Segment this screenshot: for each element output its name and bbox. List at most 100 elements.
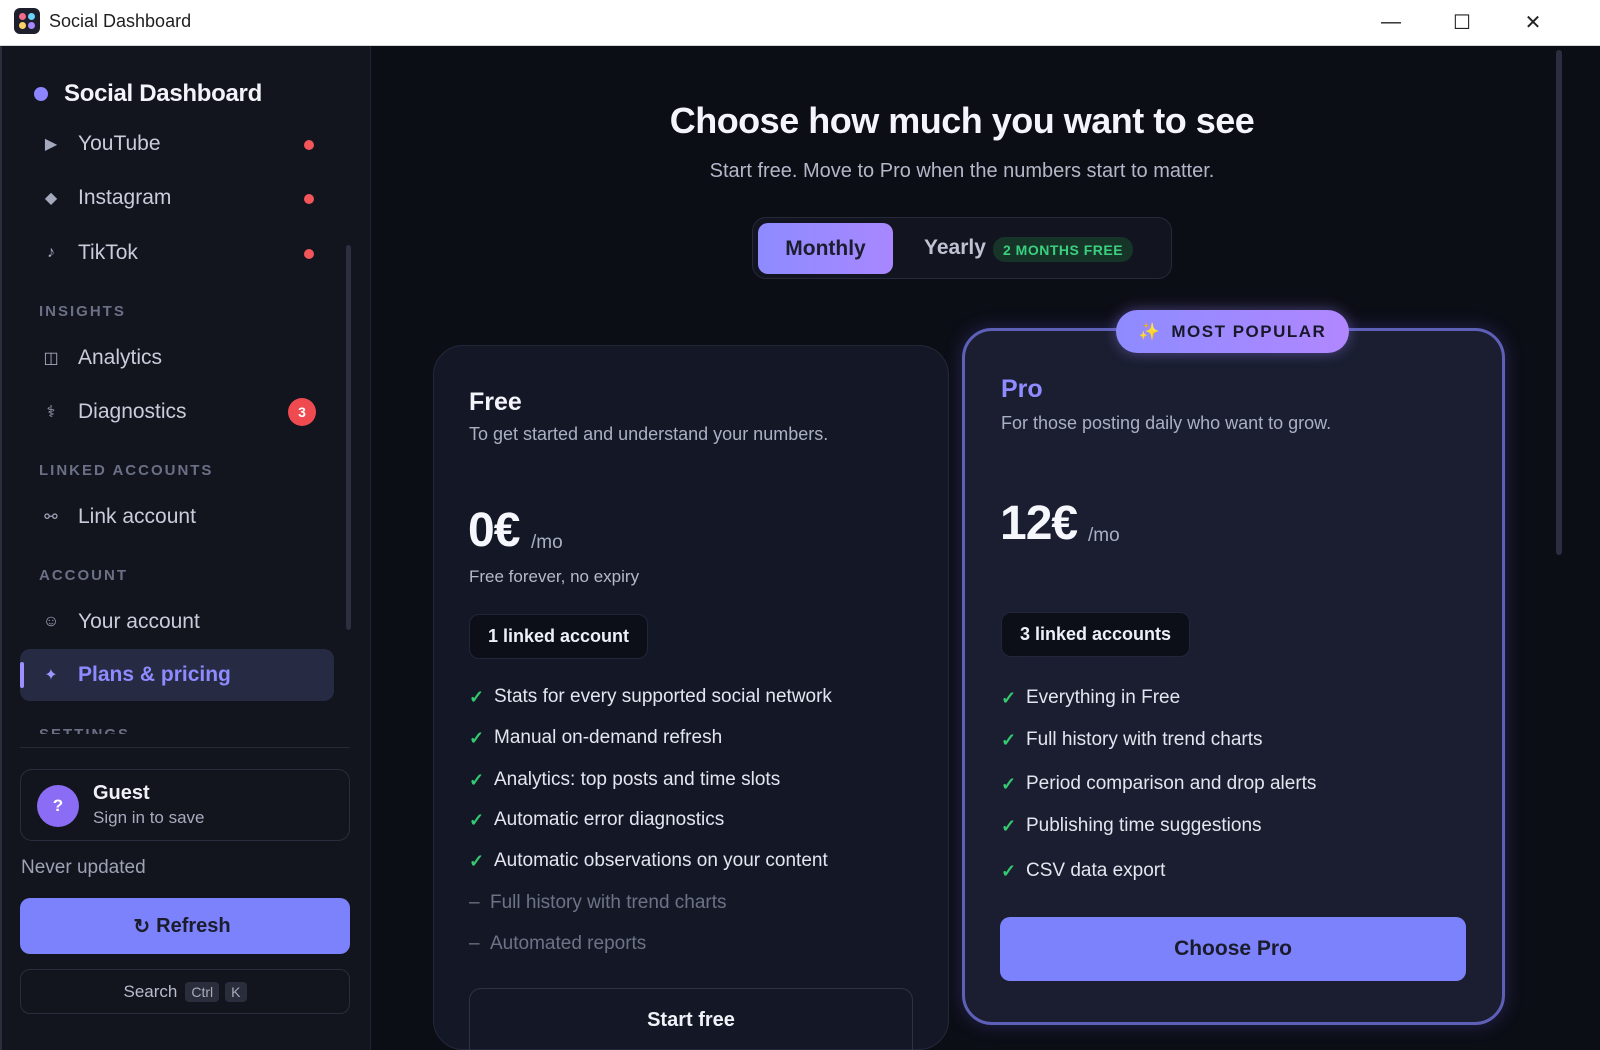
free-excluded-feature: – Automated reports: [469, 933, 646, 955]
free-plan-period: /mo: [531, 532, 563, 553]
check-icon: ✓: [1001, 687, 1017, 708]
pro-linked-accounts-chip: 3 linked accounts: [1001, 612, 1191, 657]
pro-feature-item: ✓ CSV data export: [1001, 860, 1165, 882]
yearly-discount-badge: 2 MONTHS FREE: [993, 237, 1134, 262]
section-label-account: ACCOUNT: [39, 567, 128, 584]
page-subtitle: Start free. Move to Pro when the numbers…: [709, 160, 1215, 182]
sidebar-item-label: Instagram: [78, 186, 172, 209]
most-popular-ribbon: ✨ MOST POPULAR: [1116, 310, 1349, 353]
sidebar-divider: [20, 747, 350, 748]
link-icon: ⚯: [44, 509, 58, 526]
free-excluded-feature: – Full history with trend charts: [469, 892, 727, 914]
pro-feature-item: ✓ Full history with trend charts: [1001, 729, 1263, 751]
alert-dot: [304, 249, 314, 259]
count-badge: 3: [288, 398, 316, 426]
free-feature-item: ✓ Automatic error diagnostics: [469, 809, 724, 831]
sidebar-item-analytics[interactable]: ◫ Analytics: [20, 332, 334, 384]
sidebar-brand: Social Dashboard: [34, 80, 262, 108]
sparkles-icon: ✨: [1138, 321, 1162, 341]
sidebar-item-your-account[interactable]: ☺ Your account: [20, 596, 334, 648]
window-title: Social Dashboard: [49, 11, 192, 31]
feature-label: Analytics: top posts and time slots: [494, 769, 781, 790]
most-popular-label: MOST POPULAR: [1171, 321, 1327, 341]
sidebar-item-label: Diagnostics: [78, 400, 187, 423]
free-linked-accounts-chip: 1 linked account: [469, 614, 649, 659]
sidebar-item-link-account[interactable]: ⚯ Link account: [20, 491, 334, 543]
alert-dot: [304, 140, 314, 150]
free-feature-item: ✓ Automatic observations on your content: [469, 850, 828, 872]
monthly-option[interactable]: Monthly: [758, 223, 893, 274]
sidebar-item-label: Analytics: [78, 346, 163, 369]
feature-label: CSV data export: [1026, 860, 1166, 881]
shortcut-key-ctrl: Ctrl: [185, 981, 220, 1002]
stethoscope-icon: ⚕: [46, 404, 56, 421]
page-title: Choose how much you want to see: [669, 100, 1255, 141]
guest-name: Guest: [93, 782, 150, 804]
refresh-icon: ↻: [133, 915, 151, 938]
sidebar-item-label: Plans & pricing: [78, 663, 231, 686]
section-label-linked-accounts: LINKED ACCOUNTS: [39, 462, 214, 479]
free-feature-item: ✓ Manual on-demand refresh: [469, 727, 722, 749]
check-icon: ✓: [1001, 729, 1017, 750]
main-scrollbar[interactable]: [1556, 50, 1562, 555]
refresh-label: Refresh: [156, 914, 231, 937]
avatar: ?: [37, 785, 79, 827]
pro-plan-name: Pro: [1001, 375, 1043, 403]
brand-name: Social Dashboard: [64, 80, 262, 107]
minimize-button[interactable]: —: [1359, 0, 1423, 44]
pro-plan-price: 12€: [1000, 497, 1078, 550]
sidebar-item-plans-pricing[interactable]: ✦ Plans & pricing: [20, 649, 334, 701]
pro-plan-description: For those posting daily who want to grow…: [1001, 413, 1332, 433]
check-icon: ✓: [469, 769, 485, 790]
billing-period-toggle: Monthly Yearly 2 MONTHS FREE: [752, 217, 1172, 279]
feature-label: Automatic observations on your content: [494, 850, 828, 871]
check-icon: ✓: [469, 850, 485, 871]
settings-label-clip: SETTINGS: [39, 726, 159, 734]
play-icon: ▶: [44, 136, 58, 153]
refresh-button[interactable]: ↻ Refresh: [20, 898, 350, 954]
pro-feature-item: ✓ Period comparison and drop alerts: [1001, 773, 1316, 795]
sidebar-scrollbar[interactable]: [346, 245, 351, 630]
sidebar-item-label: Your account: [78, 610, 200, 633]
feature-label: Automated reports: [490, 933, 647, 954]
dash-icon: –: [469, 933, 480, 954]
search-button[interactable]: Search Ctrl K: [20, 969, 350, 1014]
sidebar-item-tiktok[interactable]: ♪ TikTok: [20, 227, 334, 279]
sidebar-item-youtube[interactable]: ▶ YouTube: [20, 118, 334, 170]
diamond-icon: ◆: [44, 190, 58, 207]
pro-feature-item: ✓ Everything in Free: [1001, 687, 1180, 709]
free-feature-item: ✓ Stats for every supported social networ…: [469, 686, 832, 708]
section-label-insights: INSIGHTS: [39, 303, 126, 320]
brand-dot-icon: [34, 87, 48, 101]
yearly-option[interactable]: Yearly: [924, 236, 986, 260]
sidebar-item-instagram[interactable]: ◆ Instagram: [20, 172, 334, 224]
maximize-button[interactable]: ☐: [1430, 0, 1494, 44]
shortcut-key-k: K: [225, 981, 247, 1002]
sidebar-item-diagnostics[interactable]: ⚕ Diagnostics 3: [20, 386, 334, 438]
free-plan-price: 0€: [468, 504, 520, 557]
check-icon: ✓: [1001, 860, 1017, 881]
alert-dot: [304, 194, 314, 204]
free-plan-name: Free: [469, 388, 522, 416]
start-free-button[interactable]: Start free: [469, 988, 913, 1050]
check-icon: ✓: [1001, 773, 1017, 794]
close-button[interactable]: ✕: [1501, 0, 1565, 44]
section-label-settings: SETTINGS: [39, 726, 130, 734]
sign-in-prompt: Sign in to save: [93, 808, 205, 827]
pro-feature-item: ✓ Publishing time suggestions: [1001, 815, 1262, 837]
sidebar-item-label: YouTube: [78, 132, 161, 155]
choose-pro-button[interactable]: Choose Pro: [1000, 917, 1466, 981]
feature-label: Publishing time suggestions: [1026, 815, 1262, 836]
pro-plan-period: /mo: [1088, 525, 1120, 546]
feature-label: Everything in Free: [1026, 687, 1181, 708]
active-indicator: [20, 662, 24, 688]
check-icon: ✓: [469, 727, 485, 748]
guest-profile-card[interactable]: ? Guest Sign in to save: [20, 769, 350, 841]
feature-label: Stats for every supported social network: [494, 686, 832, 707]
free-feature-item: ✓ Analytics: top posts and time slots: [469, 769, 780, 791]
feature-label: Full history with trend charts: [490, 892, 727, 913]
search-label: Search: [123, 981, 178, 1001]
check-icon: ✓: [469, 686, 485, 707]
columns-icon: ◫: [43, 350, 59, 367]
last-updated-status: Never updated: [21, 857, 146, 878]
